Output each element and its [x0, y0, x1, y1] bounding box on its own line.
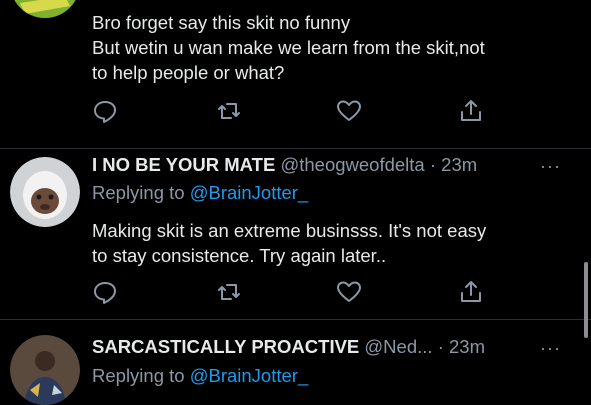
replying-handle-link[interactable]: @BrainJotter_: [190, 365, 309, 386]
tweet-text-line: to help people or what?: [92, 62, 285, 83]
share-icon[interactable]: [458, 279, 484, 305]
scrollbar[interactable]: [584, 262, 588, 338]
tweet-text-line: But wetin u wan make we learn from the s…: [92, 37, 485, 58]
like-icon[interactable]: [336, 98, 362, 124]
tweet-3[interactable]: SARCASTICALLY PROACTIVE @Ned... · 23m ··…: [0, 320, 591, 405]
tweet-text-line: to stay consistence. Try again later..: [92, 245, 387, 266]
tweet-2[interactable]: I NO BE YOUR MATE @theogweofdelta · 23m …: [0, 149, 591, 319]
replying-prefix: Replying to: [92, 182, 185, 203]
more-options-icon[interactable]: ···: [540, 338, 561, 359]
tweet-1[interactable]: Bro forget say this skit no funny But we…: [0, 0, 591, 148]
tweet-actions: [92, 98, 492, 124]
share-icon[interactable]: [458, 98, 484, 124]
more-options-icon[interactable]: ···: [540, 156, 561, 177]
timestamp[interactable]: · 23m: [438, 336, 485, 357]
reply-icon[interactable]: [92, 98, 118, 124]
tweet-text: Bro forget say this skit no funny But we…: [92, 10, 572, 85]
tweet-text: Making skit is an extreme businsss. It's…: [92, 218, 572, 268]
retweet-icon[interactable]: [216, 279, 242, 305]
user-handle[interactable]: @Ned...: [364, 336, 432, 357]
replying-to: Replying to @BrainJotter_: [92, 365, 308, 387]
display-name[interactable]: I NO BE YOUR MATE: [92, 154, 275, 175]
reply-icon[interactable]: [92, 279, 118, 305]
avatar[interactable]: [10, 157, 80, 227]
like-icon[interactable]: [336, 279, 362, 305]
tweet-header: SARCASTICALLY PROACTIVE @Ned... · 23m: [92, 336, 485, 358]
avatar[interactable]: [10, 335, 80, 405]
user-handle[interactable]: @theogweofdelta: [280, 154, 424, 175]
timestamp[interactable]: · 23m: [430, 154, 477, 175]
replying-prefix: Replying to: [92, 365, 185, 386]
retweet-icon[interactable]: [216, 98, 242, 124]
replying-to: Replying to @BrainJotter_: [92, 182, 308, 204]
display-name[interactable]: SARCASTICALLY PROACTIVE: [92, 336, 359, 357]
tweet-text-line: Bro forget say this skit no funny: [92, 12, 351, 33]
tweet-header: I NO BE YOUR MATE @theogweofdelta · 23m: [92, 154, 477, 176]
replying-handle-link[interactable]: @BrainJotter_: [190, 182, 309, 203]
avatar[interactable]: [10, 0, 80, 18]
tweet-text-line: Making skit is an extreme businsss. It's…: [92, 220, 487, 241]
tweet-actions: [92, 279, 492, 305]
